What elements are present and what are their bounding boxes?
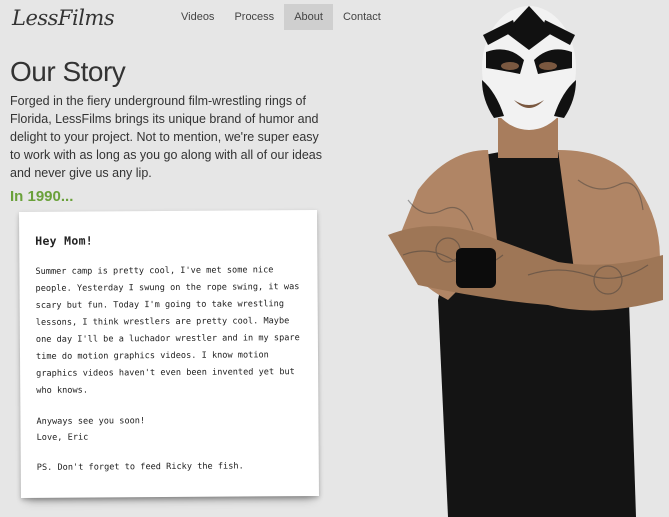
letter-card: Hey Mom! Summer camp is pretty cool, I'v…: [19, 209, 319, 499]
year-heading: In 1990...: [10, 188, 74, 205]
letter-signature: Love, Eric: [36, 432, 89, 443]
page-title: Our Story: [10, 56, 126, 87]
letter-body: Summer camp is pretty cool, I've met som…: [35, 265, 300, 396]
wrestler-image: [388, 6, 663, 517]
nav-process[interactable]: Process: [224, 4, 284, 30]
nav-videos[interactable]: Videos: [171, 4, 224, 30]
letter-postscript: PS. Don't forget to feed Ricky the fish.: [36, 461, 244, 473]
logo[interactable]: LessFilms: [12, 6, 115, 30]
nav-about[interactable]: About: [284, 4, 333, 30]
letter-greeting: Hey Mom!: [35, 233, 94, 248]
intro-paragraph: Forged in the fiery underground film-wre…: [10, 94, 322, 180]
letter-closing: Anyways see you soon!: [36, 416, 146, 427]
main-nav: Videos Process About Contact: [171, 4, 391, 30]
